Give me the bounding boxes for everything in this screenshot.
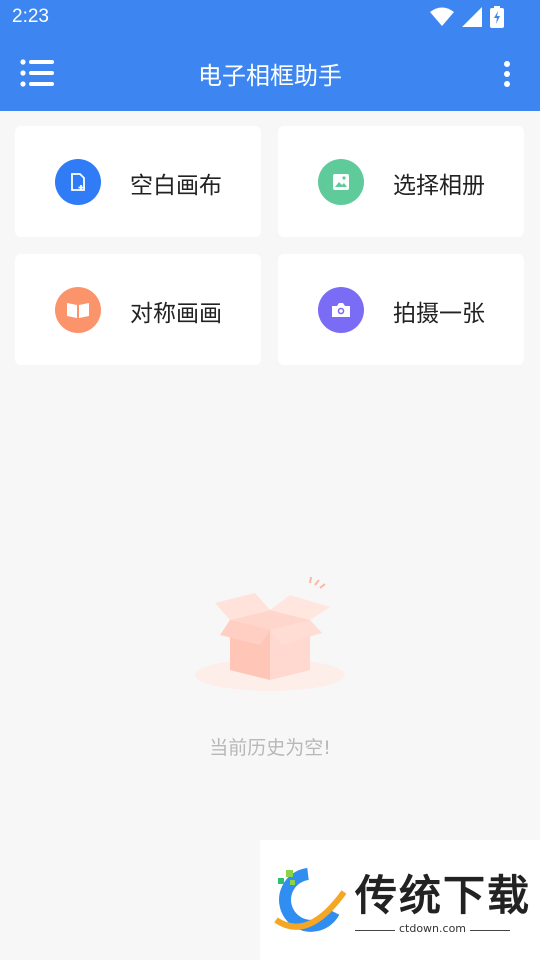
symmetry-draw-card[interactable]: 对称画画 [15, 254, 261, 365]
select-album-card[interactable]: 选择相册 [278, 126, 524, 237]
take-photo-card[interactable]: 拍摄一张 [278, 254, 524, 365]
app-bar: 电子相框助手 [0, 36, 540, 111]
symmetry-draw-label: 对称画画 [130, 301, 222, 327]
status-icons [430, 6, 504, 28]
blank-canvas-card[interactable]: 空白画布 [15, 126, 261, 237]
empty-history-text: 当前历史为空! [209, 737, 331, 759]
status-bar: 2:23 [0, 0, 540, 36]
new-canvas-icon [55, 159, 101, 205]
image-icon [318, 159, 364, 205]
status-time: 2:23 [12, 6, 49, 27]
symmetry-book-icon [55, 287, 101, 333]
wifi-icon [430, 7, 454, 26]
watermark-line-right [470, 930, 510, 931]
watermark-badge: 传统下载 ctdown.com [260, 840, 540, 960]
signal-icon [462, 7, 482, 27]
ctdown-logo-icon [274, 868, 347, 932]
battery-icon [490, 6, 504, 28]
take-photo-label: 拍摄一张 [393, 301, 485, 327]
empty-box-illustration [195, 576, 345, 691]
select-album-label: 选择相册 [393, 173, 485, 199]
app-title: 电子相框助手 [198, 62, 342, 90]
more-options-icon[interactable] [502, 60, 512, 88]
camera-icon [318, 287, 364, 333]
blank-canvas-label: 空白画布 [130, 173, 222, 199]
watermark-domain: ctdown.com [398, 922, 467, 935]
watermark-name: 传统下载 [355, 871, 532, 920]
